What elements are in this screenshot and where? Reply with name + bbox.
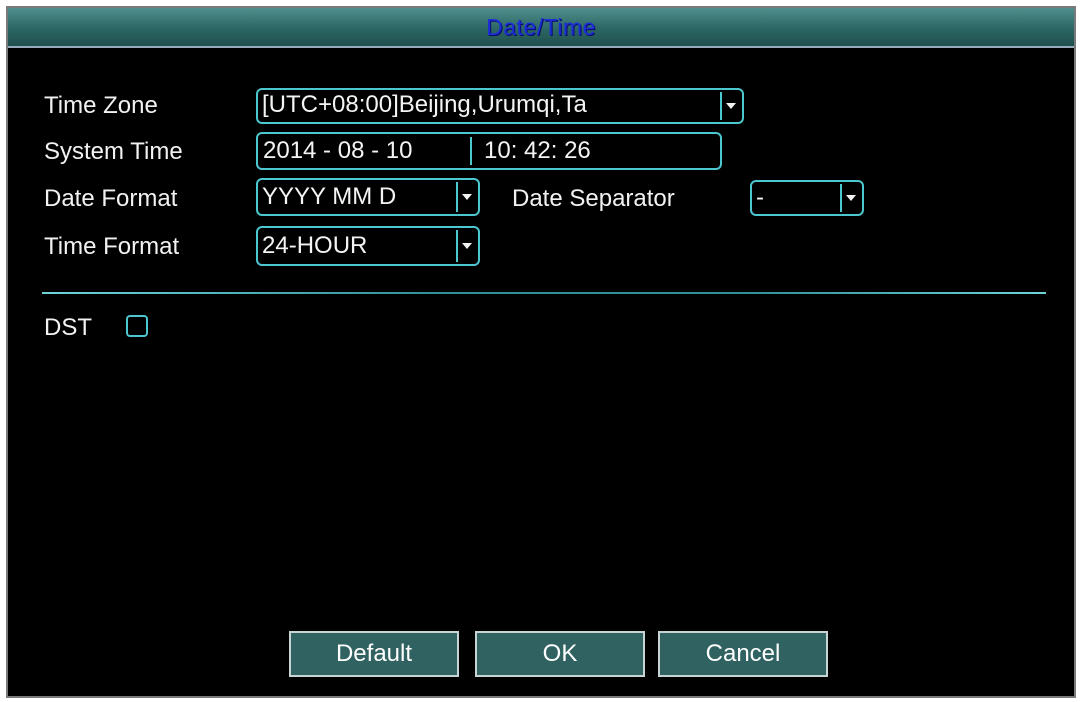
ok-button[interactable]: OK [475, 631, 645, 677]
cancel-button[interactable]: Cancel [658, 631, 828, 677]
title-bar: Date/Time [8, 8, 1074, 48]
system-date-value[interactable]: 2014 - 08 - 10 [263, 137, 412, 165]
date-format-label: Date Format [44, 185, 178, 212]
default-button[interactable]: Default [289, 631, 459, 677]
date-time-dialog: Date/Time Time Zone [UTC+08:00]Beijing,U… [6, 6, 1076, 698]
date-separator-dropdown-button[interactable] [840, 184, 860, 212]
time-zone-label: Time Zone [44, 92, 158, 119]
time-format-dropdown-button[interactable] [456, 230, 476, 262]
dst-checkbox[interactable] [126, 315, 148, 337]
chevron-down-icon [462, 243, 472, 249]
chevron-down-icon [462, 194, 472, 200]
time-format-label: Time Format [44, 233, 180, 260]
section-divider [42, 292, 1046, 294]
date-format-value: YYYY MM D [262, 183, 397, 210]
system-time-value[interactable]: 10: 42: 26 [484, 137, 591, 165]
time-zone-dropdown-button[interactable] [720, 92, 740, 120]
date-format-dropdown-button[interactable] [456, 182, 476, 212]
time-format-value: 24-HOUR [262, 232, 368, 259]
dialog-title: Date/Time [486, 14, 596, 40]
time-zone-select[interactable]: [UTC+08:00]Beijing,Urumqi,Ta [256, 88, 744, 124]
date-separator-label: Date Separator [512, 185, 675, 212]
system-time-label: System Time [44, 138, 183, 165]
date-separator-select[interactable]: - [750, 180, 864, 216]
date-separator-value: - [756, 184, 764, 211]
time-format-select[interactable]: 24-HOUR [256, 226, 480, 266]
date-time-separator [470, 137, 472, 165]
chevron-down-icon [726, 103, 736, 109]
chevron-down-icon [846, 195, 856, 201]
system-time-field[interactable]: 2014 - 08 - 10 10: 42: 26 [256, 132, 722, 170]
time-zone-value: [UTC+08:00]Beijing,Urumqi,Ta [262, 91, 587, 118]
date-format-select[interactable]: YYYY MM D [256, 178, 480, 216]
dst-label: DST [44, 314, 92, 341]
